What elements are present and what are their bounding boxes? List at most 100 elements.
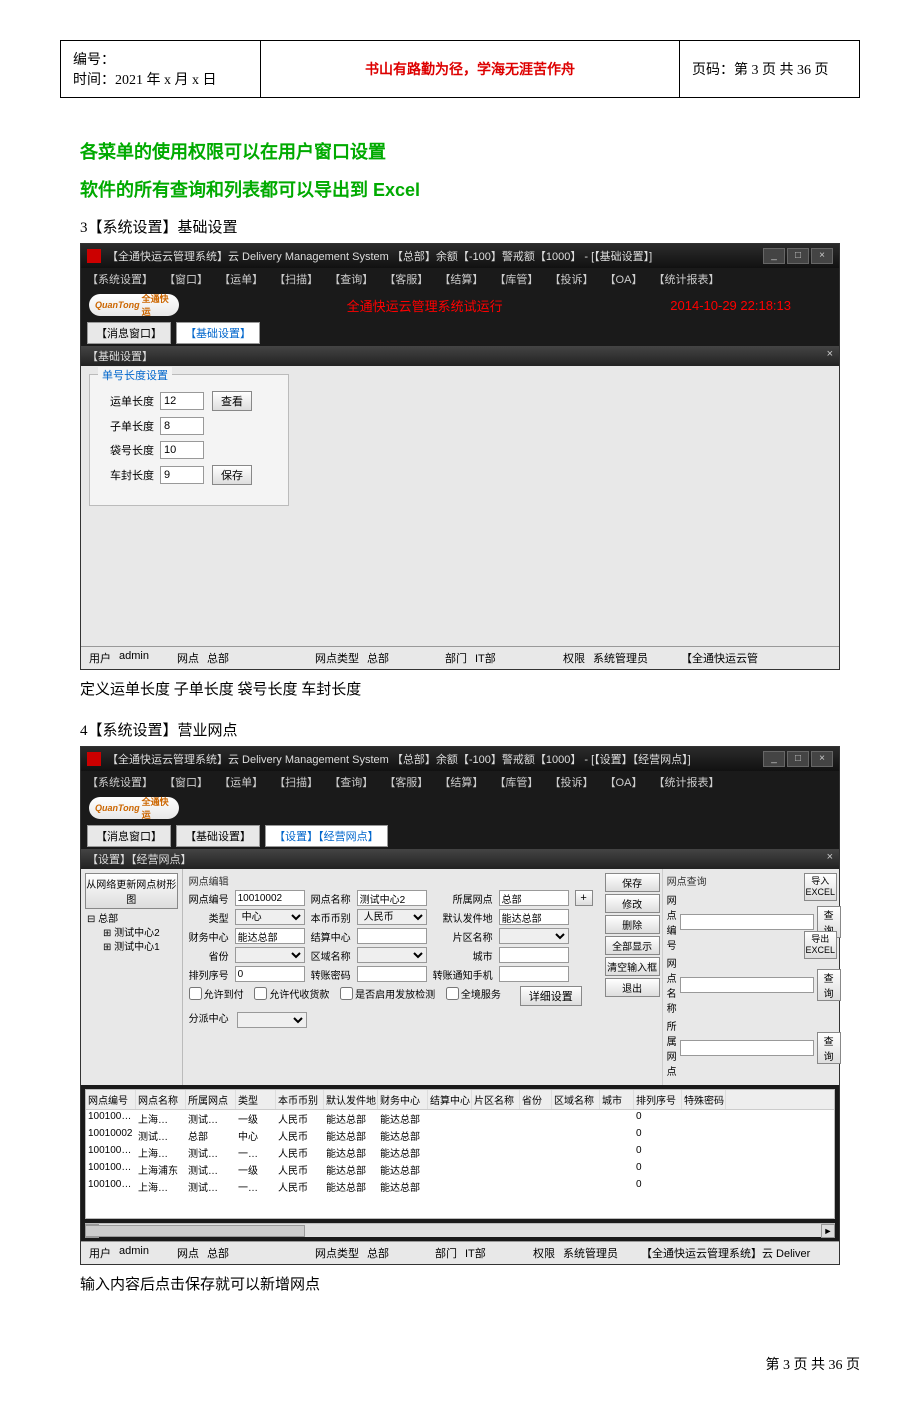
lookup-button[interactable]: + [575, 890, 593, 906]
menu-item[interactable]: 【窗口】 [164, 777, 208, 789]
menu-item[interactable]: 【OA】 [605, 274, 643, 286]
select-area[interactable] [499, 928, 569, 944]
menu-item[interactable]: 【系统设置】 [87, 274, 153, 286]
input-defsend[interactable] [499, 909, 569, 925]
input-tpwd[interactable] [357, 966, 427, 982]
menu-item[interactable]: 【库管】 [494, 274, 538, 286]
export-excel-button[interactable]: 导出 EXCEL [804, 931, 837, 959]
select-region[interactable] [357, 947, 427, 963]
import-excel-button[interactable]: 导入 EXCEL [804, 873, 837, 901]
input-sub-len[interactable] [160, 417, 204, 435]
caption-1: 定义运单长度 子单长度 袋号长度 车封长度 [80, 678, 840, 699]
max-button[interactable]: □ [787, 751, 809, 767]
exit-button[interactable]: 退出 [605, 978, 660, 997]
quantong-logo: QuanTong 全通快运 [89, 294, 179, 316]
q-name[interactable] [680, 977, 814, 993]
menu-item[interactable]: 【查询】 [329, 274, 373, 286]
close-button[interactable]: × [811, 248, 833, 264]
menu-item[interactable]: 【库管】 [494, 777, 538, 789]
input-settle[interactable] [357, 928, 427, 944]
data-grid[interactable]: 网点编号网点名称所属网点类型本币币别默认发件地财务中心结算中心片区名称省份区域名… [85, 1089, 835, 1219]
min-button[interactable]: _ [763, 248, 785, 264]
input-belong[interactable] [499, 890, 569, 906]
tab-message[interactable]: 【消息窗口】 [87, 322, 171, 344]
panel-titlebar-2: 【设置】【经营网点】 × [81, 849, 839, 869]
input-fin[interactable] [235, 928, 305, 944]
tab-basic-settings[interactable]: 【基础设置】 [176, 825, 260, 847]
action-buttons: 保存 修改 删除 全部显示 清空输入框 退出 [603, 869, 662, 1085]
menu-item[interactable]: 【统计报表】 [654, 777, 720, 789]
section-4-label: 4【系统设置】营业网点 [80, 719, 840, 740]
menu-item[interactable]: 【投诉】 [550, 274, 594, 286]
save-button[interactable]: 保存 [605, 873, 660, 892]
branch-tree[interactable]: ⊟ 总部 ⊞ 测试中心2 ⊞ 测试中心1 [85, 913, 178, 955]
titlebar: 【全通快运云管理系统】云 Delivery Management System … [81, 244, 839, 268]
save-button[interactable]: 保存 [212, 465, 252, 485]
tab-row-2: 【消息窗口】 【基础设置】 【设置】【经营网点】 [81, 823, 839, 849]
tab-branches[interactable]: 【设置】【经营网点】 [265, 825, 388, 847]
select-prov[interactable] [235, 947, 305, 963]
h-scrollbar[interactable]: ◄ ► [85, 1223, 835, 1237]
max-button[interactable]: □ [787, 248, 809, 264]
chk-allow-pay[interactable]: 允许到付 [189, 986, 244, 1001]
input-bag-len[interactable] [160, 441, 204, 459]
detail-button[interactable]: 详细设置 [520, 986, 582, 1006]
panel-close-icon[interactable]: × [827, 851, 833, 867]
statusbar: 用户 admin 网点 总部 网点类型 总部 部门 IT部 权限 系统管理员 【… [81, 646, 839, 669]
panel-titlebar: 【基础设置】 × [81, 346, 839, 366]
label-waybill-len: 运单长度 [102, 393, 154, 409]
clear-button[interactable]: 清空输入框 [605, 957, 660, 976]
menu-item[interactable]: 【扫描】 [274, 274, 318, 286]
menubar-2: 【系统设置】 【窗口】 【运单】 【扫描】 【查询】 【客服】 【结算】 【库管… [81, 771, 839, 793]
menu-item[interactable]: 【查询】 [329, 777, 373, 789]
refresh-tree-button[interactable]: 从网络更新网点树形图 [85, 873, 178, 909]
label-bag-len: 袋号长度 [102, 442, 154, 458]
label-seal-len: 车封长度 [102, 467, 154, 483]
input-waybill-len[interactable] [160, 392, 204, 410]
input-seal-len[interactable] [160, 466, 204, 484]
menu-item[interactable]: 【扫描】 [274, 777, 318, 789]
delete-button[interactable]: 删除 [605, 915, 660, 934]
input-name[interactable] [357, 890, 427, 906]
modify-button[interactable]: 修改 [605, 894, 660, 913]
tab-basic-settings[interactable]: 【基础设置】 [176, 322, 260, 344]
chk-full-serv[interactable]: 全境服务 [446, 986, 501, 1001]
panel-title-2: 【设置】【经营网点】 [87, 851, 192, 867]
header-motto: 书山有路勤为径，学海无涯苦作舟 [261, 41, 680, 98]
chk-enable-rel[interactable]: 是否启用发放检测 [340, 986, 435, 1001]
view-button[interactable]: 查看 [212, 391, 252, 411]
menu-item[interactable]: 【OA】 [605, 777, 643, 789]
input-tphone[interactable] [499, 966, 569, 982]
menu-item[interactable]: 【窗口】 [164, 274, 208, 286]
select-dispatch[interactable] [237, 1012, 307, 1028]
header-page: 页码：第 3 页 共 36 页 [680, 41, 860, 98]
scroll-thumb[interactable] [85, 1225, 305, 1237]
menu-item[interactable]: 【投诉】 [550, 777, 594, 789]
menu-item[interactable]: 【结算】 [439, 777, 483, 789]
menu-item[interactable]: 【统计报表】 [654, 274, 720, 286]
menu-item[interactable]: 【系统设置】 [87, 777, 153, 789]
section-3-label: 3【系统设置】基础设置 [80, 216, 840, 237]
app-icon [87, 752, 101, 766]
doc-header: 编号： 时间：2021 年 x 月 x 日 书山有路勤为径，学海无涯苦作舟 页码… [60, 40, 860, 98]
q-code[interactable] [680, 914, 814, 930]
chk-allow-cod[interactable]: 允许代收货款 [254, 986, 329, 1001]
select-curr[interactable]: 人民币 [357, 909, 427, 925]
input-city[interactable] [499, 947, 569, 963]
input-code[interactable] [235, 890, 305, 906]
close-button[interactable]: × [811, 751, 833, 767]
menu-item[interactable]: 【运单】 [219, 274, 263, 286]
tab-message[interactable]: 【消息窗口】 [87, 825, 171, 847]
select-type[interactable]: 中心 [235, 909, 305, 925]
scroll-right-icon[interactable]: ► [821, 1224, 835, 1238]
input-sort[interactable] [235, 966, 305, 982]
q-belong[interactable] [680, 1040, 814, 1056]
menu-item[interactable]: 【客服】 [384, 777, 428, 789]
menu-item[interactable]: 【结算】 [439, 274, 483, 286]
query-title: 网点查询 [667, 873, 798, 888]
menu-item[interactable]: 【客服】 [384, 274, 428, 286]
menu-item[interactable]: 【运单】 [219, 777, 263, 789]
panel-close-icon[interactable]: × [827, 348, 833, 364]
show-all-button[interactable]: 全部显示 [605, 936, 660, 955]
min-button[interactable]: _ [763, 751, 785, 767]
